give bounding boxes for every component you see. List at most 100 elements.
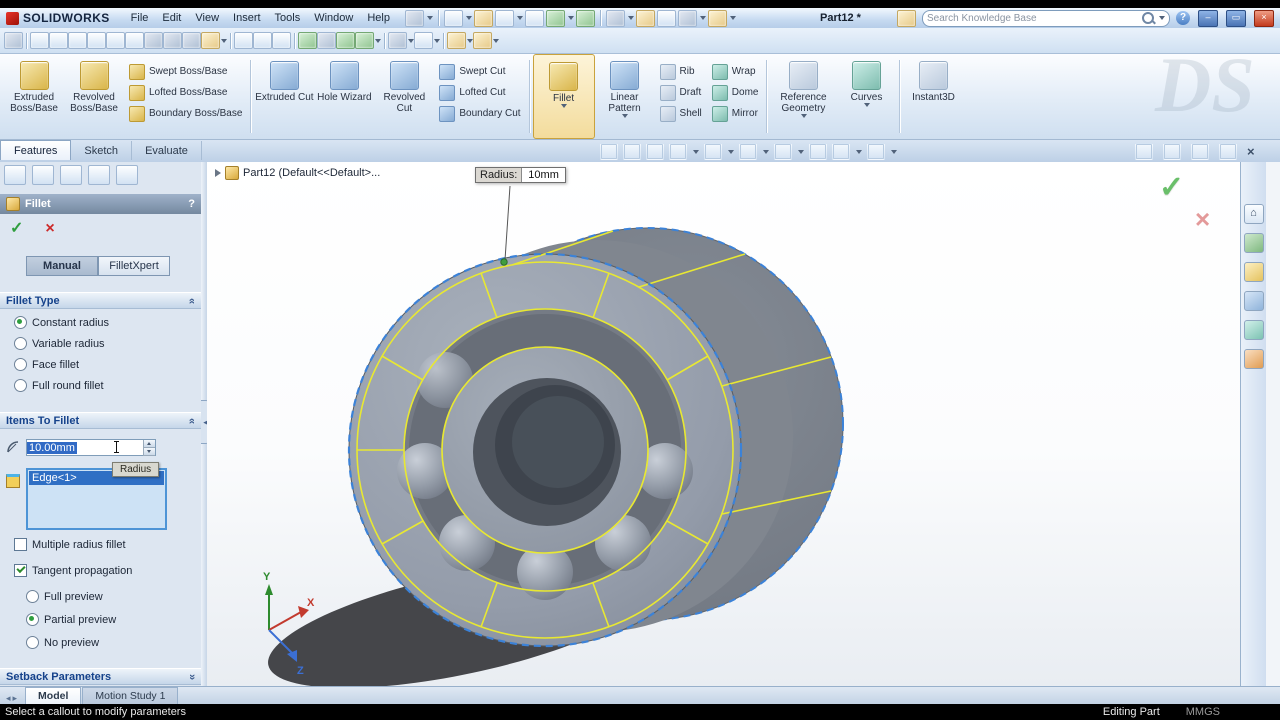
bearing-inner-race[interactable] (441, 346, 649, 554)
search-input[interactable]: Search Knowledge Base (922, 9, 1170, 27)
radio-icon[interactable] (14, 358, 27, 371)
draft-button[interactable]: Draft (655, 84, 707, 101)
trimetric-view-icon[interactable] (163, 32, 182, 49)
tab-scroll-arrows[interactable]: ◂▸ (6, 693, 19, 704)
appearances-scenes-icon[interactable] (1243, 320, 1264, 340)
search-icon[interactable] (1142, 12, 1154, 24)
menu-help[interactable]: Help (360, 10, 397, 26)
swept-cut-button[interactable]: Swept Cut (434, 63, 525, 80)
curves-button[interactable]: Curves (836, 54, 896, 139)
mirror-button[interactable]: Mirror (707, 105, 764, 122)
linear-pattern-button[interactable]: Linear Pattern (595, 54, 655, 139)
edit-appearance-icon[interactable] (447, 32, 466, 49)
hud-zoom-to-fit-icon[interactable] (600, 143, 618, 160)
model-view[interactable]: Y X Z (207, 162, 1240, 686)
new-document-icon[interactable] (443, 9, 463, 27)
open-icon[interactable] (473, 9, 493, 27)
hud-edit-appearance-icon[interactable] (809, 143, 827, 160)
hud-section-view-icon[interactable] (669, 143, 687, 160)
wrap-button[interactable]: Wrap (707, 63, 764, 80)
options-icon[interactable] (677, 9, 697, 27)
dropdown-arrow-icon[interactable] (863, 103, 870, 107)
dropdown-arrow-icon[interactable] (728, 149, 734, 154)
dropdown-arrow-icon[interactable] (221, 38, 227, 43)
expand-chevron-icon[interactable]: » (186, 673, 198, 679)
apply-scene-icon[interactable] (473, 32, 492, 49)
maximize-button[interactable]: ▭ (1226, 9, 1246, 27)
radio-variable-radius[interactable]: Variable radius (14, 337, 105, 350)
dropdown-arrow-icon[interactable] (856, 149, 862, 154)
collapse-chevron-icon[interactable]: » (186, 417, 198, 423)
multiple-radius-checkbox[interactable]: Multiple radius fillet (14, 538, 126, 551)
radio-icon[interactable] (14, 337, 27, 350)
radio-full-preview[interactable]: Full preview (26, 590, 103, 603)
doc-restore-icon[interactable] (1135, 143, 1153, 160)
setback-parameters-section-header[interactable]: Setback Parameters » (0, 668, 201, 685)
dropdown-arrow-icon[interactable] (693, 149, 699, 154)
top-view-icon[interactable] (106, 32, 125, 49)
instant3d-button[interactable]: Instant3D (903, 54, 963, 139)
tab-sketch[interactable]: Sketch (71, 141, 133, 160)
items-to-fillet-section-header[interactable]: Items To Fillet » (0, 412, 201, 429)
display-style-icon[interactable] (388, 32, 407, 49)
dropdown-arrow-icon[interactable] (493, 38, 499, 43)
manual-tab[interactable]: Manual (26, 256, 98, 276)
dropdown-arrow-icon[interactable] (699, 16, 706, 20)
bottom-view-icon[interactable] (125, 32, 144, 49)
callout-value-field[interactable]: 10mm (521, 168, 565, 182)
doc-minimize-icon[interactable] (1191, 143, 1209, 160)
boundary-boss-base-button[interactable]: Boundary Boss/Base (124, 105, 247, 122)
section-view-icon[interactable] (336, 32, 355, 49)
doc-maximize-icon[interactable] (1219, 143, 1237, 160)
extruded-boss-base-button[interactable]: Extruded Boss/Base (4, 54, 64, 139)
revolved-boss-base-button[interactable]: Revolved Boss/Base (64, 54, 124, 139)
units-indicator[interactable]: MMGS (1186, 706, 1220, 718)
dropdown-arrow-icon[interactable] (426, 16, 433, 20)
dropdown-arrow-icon[interactable] (434, 38, 440, 43)
dropdown-arrow-icon[interactable] (763, 149, 769, 154)
close-button[interactable]: × (1254, 9, 1274, 27)
radius-input[interactable]: 10.00mm (26, 439, 156, 456)
dropdown-arrow-icon[interactable] (891, 149, 897, 154)
cancel-button[interactable]: × (45, 220, 54, 238)
radio-icon[interactable] (14, 316, 27, 329)
radio-icon[interactable] (26, 590, 39, 603)
tab-features[interactable]: Features (0, 140, 72, 160)
feature-tree-root[interactable]: Part12 (Default<<Default>... (215, 166, 380, 180)
pm-help-icon[interactable]: ? (188, 198, 195, 210)
dropdown-arrow-icon[interactable] (375, 38, 381, 43)
model-tab[interactable]: Model (25, 687, 82, 704)
zoom-in-out-icon[interactable] (272, 32, 291, 49)
radio-icon[interactable] (14, 379, 27, 392)
tangent-propagation-checkbox[interactable]: Tangent propagation (14, 564, 132, 577)
normal-to-icon[interactable] (182, 32, 201, 49)
radio-icon[interactable] (26, 613, 39, 626)
dropdown-arrow-icon[interactable] (622, 114, 629, 118)
fillet-button[interactable]: Fillet (532, 54, 595, 139)
reference-geometry-button[interactable]: Reference Geometry (770, 54, 836, 139)
dropdown-arrow-icon[interactable] (798, 149, 804, 154)
minimize-button[interactable]: – (1198, 9, 1218, 27)
front-view-icon[interactable] (30, 32, 49, 49)
radio-full-round-fillet[interactable]: Full round fillet (14, 379, 104, 392)
extruded-cut-button[interactable]: Extruded Cut (254, 54, 314, 139)
dropdown-arrow-icon[interactable] (561, 104, 568, 108)
select-icon[interactable] (605, 9, 625, 27)
hud-apply-scene-icon[interactable] (832, 143, 850, 160)
boundary-cut-button[interactable]: Boundary Cut (434, 105, 525, 122)
hud-view-settings-icon[interactable] (867, 143, 885, 160)
redo-icon[interactable] (575, 9, 595, 27)
dropdown-arrow-icon[interactable] (516, 16, 523, 20)
hud-view-orientation-icon[interactable] (704, 143, 722, 160)
hud-display-style-icon[interactable] (739, 143, 757, 160)
dropdown-arrow-icon[interactable] (465, 16, 472, 20)
dimxpert-manager-icon[interactable] (88, 165, 111, 185)
shell-button[interactable]: Shell (655, 105, 707, 122)
dropdown-arrow-icon[interactable] (729, 16, 736, 20)
radio-face-fillet[interactable]: Face fillet (14, 358, 79, 371)
previous-view-icon[interactable] (355, 32, 374, 49)
file-explorer-icon[interactable] (1243, 262, 1264, 282)
tree-expand-icon[interactable] (215, 169, 221, 177)
radius-callout[interactable]: Radius: 10mm (475, 167, 566, 183)
rotate-view-icon[interactable] (298, 32, 317, 49)
